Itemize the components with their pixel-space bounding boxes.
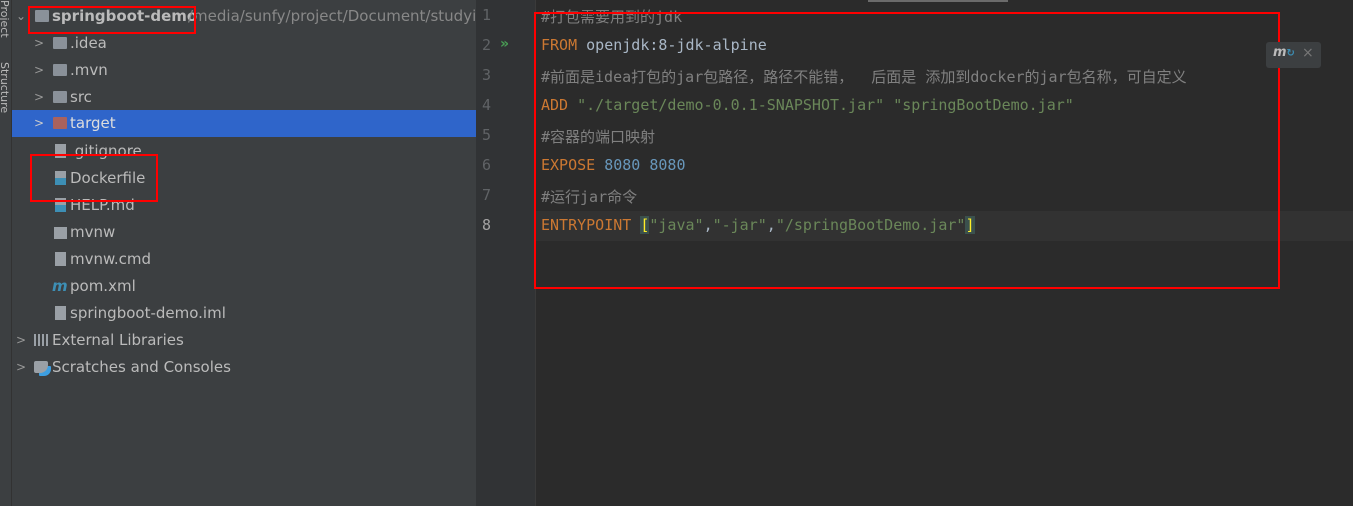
highlight-box-root <box>28 6 196 34</box>
project-panel: ⌄ springboot-demo /media/sunfy/project/D… <box>12 0 476 506</box>
highlight-box-dockerfile <box>30 154 158 202</box>
tree-item-src[interactable]: > src <box>12 84 476 111</box>
tree-item-mvnw-cmd[interactable]: mvnw.cmd <box>12 246 476 273</box>
iml-file-icon <box>55 306 66 320</box>
scratches-icon <box>34 361 48 373</box>
maven-reload-popup: m↻ × <box>1266 42 1321 68</box>
folder-icon <box>53 37 67 49</box>
close-icon[interactable]: × <box>1302 45 1314 61</box>
tree-scratches[interactable]: > Scratches and Consoles <box>12 354 476 381</box>
tree-item-mvn[interactable]: > .mvn <box>12 57 476 84</box>
text-file-icon <box>55 252 66 266</box>
tree-item-target[interactable]: > target <box>12 110 476 137</box>
run-icon[interactable]: » <box>500 36 509 52</box>
tree-item-idea[interactable]: > .idea <box>12 30 476 57</box>
tool-window-strip: Project Structure <box>0 0 12 506</box>
libraries-icon <box>34 334 48 346</box>
project-tool-tab[interactable]: Project <box>0 0 11 38</box>
tree-item-iml[interactable]: springboot-demo.iml <box>12 300 476 327</box>
root-path: /media/sunfy/project/Document/studying <box>188 7 476 25</box>
tree-item-pom[interactable]: m pom.xml <box>12 273 476 300</box>
highlight-box-code <box>534 12 1280 289</box>
shell-file-icon <box>54 227 67 239</box>
tree-item-mvnw[interactable]: mvnw <box>12 219 476 246</box>
structure-tool-tab[interactable]: Structure <box>0 62 11 113</box>
active-tab-indicator <box>868 0 1008 2</box>
maven-reload-icon[interactable]: m↻ <box>1273 45 1295 60</box>
maven-icon: m <box>52 277 68 295</box>
folder-icon <box>53 91 67 103</box>
excluded-folder-icon <box>53 117 67 129</box>
tree-external-libraries[interactable]: > External Libraries <box>12 327 476 354</box>
chevron-down-icon[interactable]: ⌄ <box>16 3 26 30</box>
folder-icon <box>53 64 67 76</box>
editor-gutter: 1 2 » 3 4 5 6 7 8 <box>476 0 536 506</box>
